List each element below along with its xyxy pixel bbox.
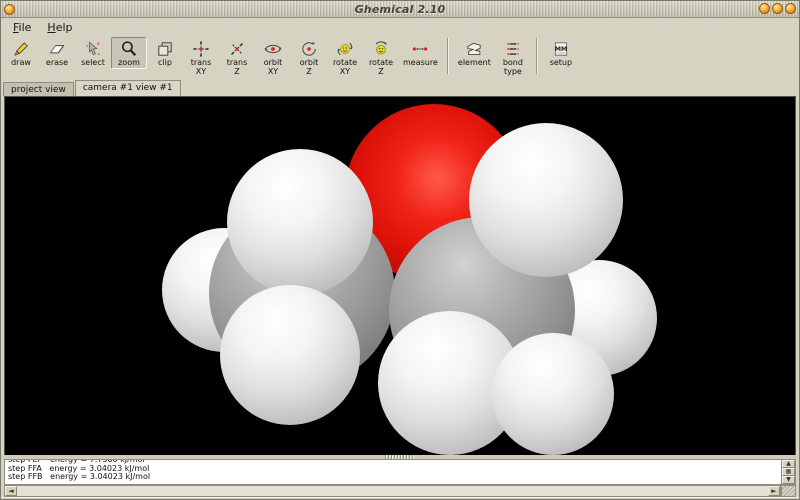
toolbar-button-trans-z[interactable]: trans Z <box>219 37 255 78</box>
window-controls <box>759 3 796 14</box>
tabbar: project viewcamera #1 view #1 <box>1 79 799 96</box>
toolbar-button-label: rotate Z <box>369 58 393 76</box>
select-arrow-icon <box>84 40 102 58</box>
rotate-xy-icon <box>336 40 354 58</box>
hscroll-trough[interactable] <box>17 486 768 496</box>
resize-grip[interactable] <box>781 485 796 497</box>
translate-z-icon <box>228 40 246 58</box>
vertical-scrollbar[interactable]: ▲ ▦ ▼ <box>781 459 796 485</box>
menu-item-file[interactable]: File <box>5 19 39 36</box>
setup-icon: MM <box>552 40 570 58</box>
close-button[interactable] <box>785 3 796 14</box>
toolbar-button-erase[interactable]: erase <box>39 37 75 69</box>
toolbar-button-orbit-xy[interactable]: orbit XY <box>255 37 291 78</box>
scroll-thumb[interactable]: ▦ <box>782 468 795 476</box>
menubar: FileHelp <box>1 18 799 36</box>
toolbar-button-label: trans XY <box>191 58 212 76</box>
pencil-icon <box>12 40 30 58</box>
toolbar-button-label: bond type <box>503 58 523 76</box>
toolbar-button-rotate-z[interactable]: rotate Z <box>363 37 399 78</box>
window-bottom-frame <box>1 497 799 499</box>
scroll-right-icon[interactable]: ► <box>768 486 780 496</box>
toolbar-button-label: element <box>458 58 491 67</box>
molecule-sphere-h <box>469 123 623 277</box>
molecule-sphere-h <box>492 333 614 455</box>
log-output: step FEP energy = 7.7560 kJ/molstep FFA … <box>4 459 781 485</box>
eraser-icon <box>48 40 66 58</box>
toolbar-separator <box>447 38 449 74</box>
toolbar-button-draw[interactable]: draw <box>3 37 39 69</box>
rotate-z-icon <box>372 40 390 58</box>
toolbar-button-element[interactable]: element <box>454 37 495 69</box>
scroll-down-icon[interactable]: ▼ <box>782 476 795 484</box>
menu-item-help[interactable]: Help <box>39 19 80 36</box>
toolbar-button-label: draw <box>11 58 31 67</box>
translate-xy-icon <box>192 40 210 58</box>
log-row: step FEP energy = 7.7560 kJ/molstep FFA … <box>4 459 796 485</box>
toolbar-button-rotate-xy[interactable]: rotate XY <box>327 37 363 78</box>
toolbar-button-zoom[interactable]: zoom <box>111 37 147 69</box>
toolbar-button-label: clip <box>158 58 172 67</box>
window-menu-icon[interactable] <box>4 4 15 15</box>
app-window: Ghemical 2.10 FileHelp draw erase select zo… <box>0 0 800 500</box>
minimize-button[interactable] <box>759 3 770 14</box>
magnifier-icon <box>120 40 138 58</box>
toolbar-button-label: select <box>81 58 105 67</box>
horizontal-scrollbar[interactable]: ◄ ► <box>4 485 781 497</box>
svg-text:MM: MM <box>555 46 568 53</box>
toolbar-separator <box>536 38 538 74</box>
toolbar-button-label: measure <box>403 58 438 67</box>
toolbar-button-label: zoom <box>118 58 140 67</box>
toolbar-button-select[interactable]: select <box>75 37 111 69</box>
measure-icon <box>411 40 429 58</box>
toolbar-button-label: orbit XY <box>264 58 283 76</box>
toolbar-button-bond-type[interactable]: bond type <box>495 37 531 78</box>
toolbar-button-label: trans Z <box>227 58 248 76</box>
titlebar[interactable]: Ghemical 2.10 <box>1 1 799 18</box>
molecule-sphere-h <box>227 149 373 295</box>
log-line: step FFB energy = 3.04023 kJ/mol <box>8 473 781 482</box>
scroll-up-icon[interactable]: ▲ <box>782 460 795 468</box>
scroll-left-icon[interactable]: ◄ <box>5 486 17 496</box>
tab-camera-1-view-1[interactable]: camera #1 view #1 <box>75 80 181 96</box>
orbit-xy-icon <box>264 40 282 58</box>
tab-project-view[interactable]: project view <box>3 82 74 96</box>
element-icon <box>465 40 483 58</box>
toolbar-button-label: rotate XY <box>333 58 357 76</box>
hscroll-row: ◄ ► <box>4 485 796 497</box>
toolbar-button-clip[interactable]: clip <box>147 37 183 69</box>
clip-planes-icon <box>156 40 174 58</box>
toolbar-button-label: erase <box>46 58 68 67</box>
pane-grip-icon[interactable] <box>385 455 415 459</box>
toolbar-button-measure[interactable]: measure <box>399 37 442 69</box>
toolbar: draw erase select zoom clip trans XY trans Z or… <box>1 36 799 79</box>
pane-divider[interactable] <box>1 455 799 459</box>
toolbar-button-orbit-z[interactable]: orbit Z <box>291 37 327 78</box>
bond-type-icon <box>504 40 522 58</box>
toolbar-button-label: setup <box>550 58 572 67</box>
toolbar-button-label: orbit Z <box>300 58 319 76</box>
window-title: Ghemical 2.10 <box>1 3 799 16</box>
toolbar-button-trans-xy[interactable]: trans XY <box>183 37 219 78</box>
toolbar-button-setup[interactable]: MM setup <box>543 37 579 69</box>
molecule-sphere-h <box>220 285 360 425</box>
viewport-3d[interactable] <box>4 96 796 455</box>
maximize-button[interactable] <box>772 3 783 14</box>
orbit-z-icon <box>300 40 318 58</box>
